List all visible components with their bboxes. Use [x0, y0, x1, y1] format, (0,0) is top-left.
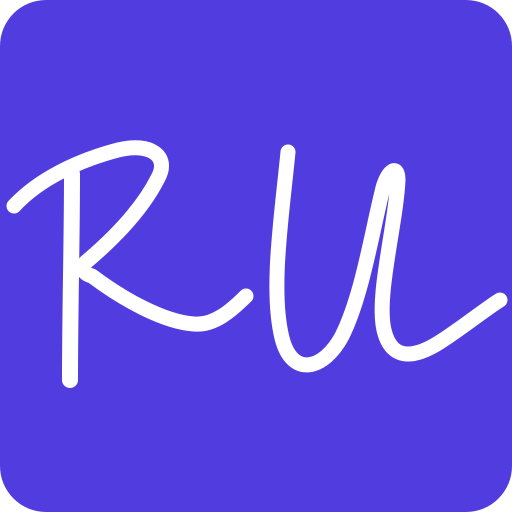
- app-icon: RU: [0, 0, 512, 512]
- letter-r-stem: [62, 166, 80, 388]
- ru-monogram-logo: [0, 0, 512, 512]
